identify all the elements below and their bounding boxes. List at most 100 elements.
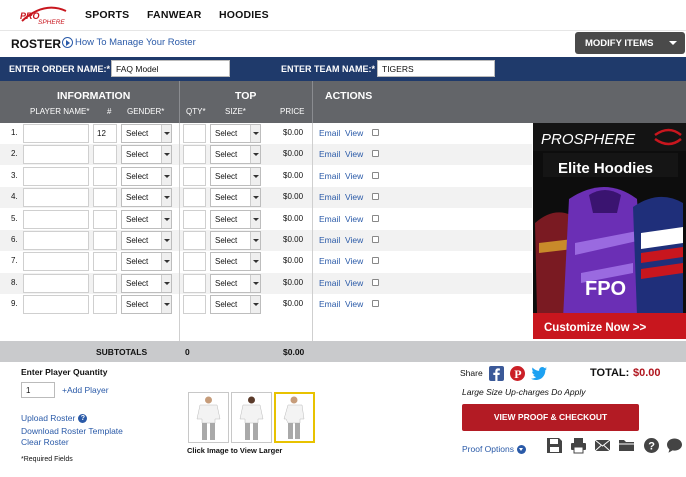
qty-input[interactable] xyxy=(183,124,206,143)
nav-sports[interactable]: SPORTS xyxy=(85,9,129,21)
player-name-input[interactable] xyxy=(23,166,89,186)
view-link[interactable]: View xyxy=(345,128,363,138)
jersey-number-input[interactable] xyxy=(93,252,117,272)
qty-input[interactable] xyxy=(183,145,206,165)
product-thumbnail-side[interactable] xyxy=(274,392,315,443)
player-name-input[interactable] xyxy=(23,145,89,165)
qty-input[interactable] xyxy=(183,295,206,315)
nav-fanwear[interactable]: FANWEAR xyxy=(147,9,201,21)
view-link[interactable]: View xyxy=(345,278,363,288)
add-player-link[interactable]: +Add Player xyxy=(62,385,109,395)
email-icon[interactable] xyxy=(594,437,611,454)
email-link[interactable]: Email xyxy=(319,192,340,202)
size-select[interactable]: Select xyxy=(210,124,261,143)
folder-icon[interactable] xyxy=(618,437,635,454)
row-checkbox[interactable] xyxy=(372,129,379,136)
view-link[interactable]: View xyxy=(345,299,363,309)
qty-input[interactable] xyxy=(183,209,206,229)
size-select[interactable]: Select xyxy=(210,209,261,229)
size-select[interactable]: Select xyxy=(210,273,261,293)
qty-input[interactable] xyxy=(183,252,206,272)
info-icon[interactable]: ? xyxy=(78,414,88,424)
help-icon[interactable]: ? xyxy=(643,437,660,454)
qty-input[interactable] xyxy=(183,273,206,293)
gender-select[interactable]: Select xyxy=(121,231,172,250)
view-link[interactable]: View xyxy=(345,192,363,202)
gender-select[interactable]: Select xyxy=(121,145,172,165)
modify-items-dropdown[interactable]: MODIFY ITEMS xyxy=(575,32,685,54)
size-select[interactable]: Select xyxy=(210,252,261,272)
row-checkbox[interactable] xyxy=(372,278,379,286)
view-link[interactable]: View xyxy=(345,235,363,245)
gender-select[interactable]: Select xyxy=(121,209,172,229)
prosphere-logo[interactable]: PRO SPHERE xyxy=(18,5,70,27)
upload-roster-link[interactable]: Upload Roster? xyxy=(21,413,88,424)
player-name-input[interactable] xyxy=(23,252,89,272)
save-icon[interactable] xyxy=(546,437,563,454)
player-name-input[interactable] xyxy=(23,273,89,293)
player-name-input[interactable] xyxy=(23,124,89,143)
howto-link[interactable]: How To Manage Your Roster xyxy=(62,37,196,48)
qty-input[interactable] xyxy=(183,231,206,250)
size-select[interactable]: Select xyxy=(210,295,261,315)
product-thumbnail-back[interactable] xyxy=(231,392,272,443)
email-link[interactable]: Email xyxy=(319,171,340,181)
size-select[interactable]: Select xyxy=(210,166,261,186)
jersey-number-input[interactable] xyxy=(93,273,117,293)
qty-input[interactable] xyxy=(183,188,206,208)
row-checkbox[interactable] xyxy=(372,193,379,201)
view-proof-checkout-button[interactable]: VIEW PROOF & CHECKOUT xyxy=(462,404,639,431)
size-select[interactable]: Select xyxy=(210,231,261,250)
product-thumbnail-front[interactable] xyxy=(188,392,229,443)
row-checkbox[interactable] xyxy=(372,300,379,308)
jersey-number-input[interactable]: 12 xyxy=(93,124,117,143)
gender-select[interactable]: Select xyxy=(121,295,172,315)
jersey-number-input[interactable] xyxy=(93,231,117,250)
jersey-number-input[interactable] xyxy=(93,166,117,186)
email-link[interactable]: Email xyxy=(319,128,340,138)
gender-select[interactable]: Select xyxy=(121,273,172,293)
gender-select[interactable]: Select xyxy=(121,252,172,272)
elite-hoodies-ad[interactable]: PROSPHERE Elite Hoodies FPO Customize No… xyxy=(533,123,686,339)
gender-select[interactable]: Select xyxy=(121,166,172,186)
row-checkbox[interactable] xyxy=(372,150,379,158)
row-checkbox[interactable] xyxy=(372,236,379,243)
jersey-number-input[interactable] xyxy=(93,145,117,165)
nav-hoodies[interactable]: HOODIES xyxy=(219,9,269,21)
size-select[interactable]: Select xyxy=(210,145,261,165)
chat-icon[interactable] xyxy=(666,437,683,454)
player-name-input[interactable] xyxy=(23,209,89,229)
team-name-input[interactable] xyxy=(377,60,495,77)
proof-options-dropdown[interactable]: Proof Options xyxy=(462,444,526,455)
facebook-icon[interactable] xyxy=(489,366,504,381)
row-checkbox[interactable] xyxy=(372,171,379,179)
email-link[interactable]: Email xyxy=(319,299,340,309)
email-link[interactable]: Email xyxy=(319,256,340,266)
view-link[interactable]: View xyxy=(345,171,363,181)
jersey-number-input[interactable] xyxy=(93,209,117,229)
clear-roster-link[interactable]: Clear Roster xyxy=(21,437,69,447)
view-link[interactable]: View xyxy=(345,256,363,266)
jersey-number-input[interactable] xyxy=(93,295,117,315)
size-select[interactable]: Select xyxy=(210,188,261,208)
email-link[interactable]: Email xyxy=(319,278,340,288)
row-checkbox[interactable] xyxy=(372,257,379,265)
player-name-input[interactable] xyxy=(23,231,89,250)
gender-select[interactable]: Select xyxy=(121,124,172,143)
email-link[interactable]: Email xyxy=(319,235,340,245)
email-link[interactable]: Email xyxy=(319,214,340,224)
order-name-input[interactable] xyxy=(111,60,230,77)
gender-select[interactable]: Select xyxy=(121,188,172,208)
twitter-icon[interactable] xyxy=(531,366,547,381)
row-checkbox[interactable] xyxy=(372,214,379,222)
player-name-input[interactable] xyxy=(23,188,89,208)
pinterest-icon[interactable]: P xyxy=(510,366,525,381)
download-template-link[interactable]: Download Roster Template xyxy=(21,426,123,436)
print-icon[interactable] xyxy=(570,437,587,454)
player-quantity-input[interactable]: 1 xyxy=(21,382,55,398)
qty-input[interactable] xyxy=(183,166,206,186)
email-link[interactable]: Email xyxy=(319,149,340,159)
view-link[interactable]: View xyxy=(345,214,363,224)
view-link[interactable]: View xyxy=(345,149,363,159)
jersey-number-input[interactable] xyxy=(93,188,117,208)
